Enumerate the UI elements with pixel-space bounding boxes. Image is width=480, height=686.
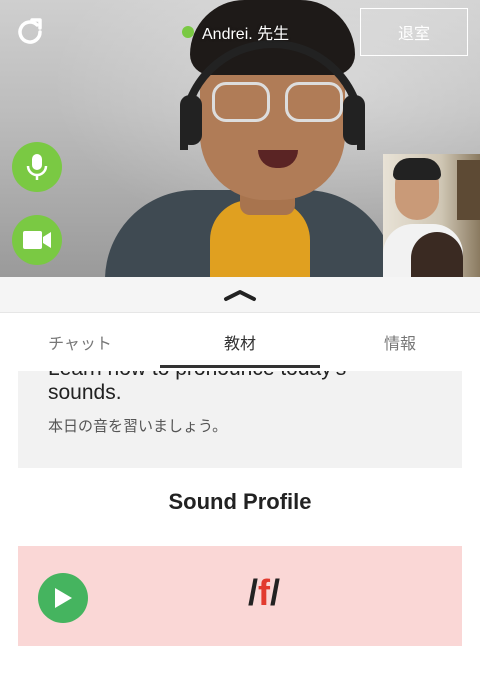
teacher-status: Andrei. 先生 [182,20,289,44]
microphone-icon [26,154,48,180]
tab-materials[interactable]: 教材 [160,313,320,371]
online-status-dot [182,26,194,38]
play-icon [55,588,72,608]
video-camera-icon [23,231,51,249]
play-sound-button[interactable] [38,573,88,623]
tab-info[interactable]: 情報 [320,313,480,371]
phoneme-letter: f [258,572,271,613]
phoneme-slash-open: / [248,572,259,613]
tab-chat[interactable]: チャット [0,313,160,371]
self-view-picture-frame [457,160,480,220]
microphone-button[interactable] [12,142,62,192]
panel-collapse-handle[interactable] [0,277,480,313]
leave-room-button[interactable]: 退室 [360,8,468,56]
refresh-button[interactable] [12,14,48,50]
sound-profile-title: Sound Profile [168,489,312,514]
camera-button[interactable] [12,215,62,265]
instruction-cut-line: Learn how to pronounce today's [48,371,346,381]
instruction-english: sounds. [48,381,122,404]
refresh-icon [18,18,42,44]
teacher-video: Andrei. 先生 退室 [0,0,480,277]
sound-profile-card: /f/ [18,546,462,646]
lesson-instruction-card: Learn how to pronounce today's sounds. 本… [18,371,462,468]
tab-bar: チャット 教材 情報 [0,313,480,371]
headset-left-ear [180,95,202,145]
self-view-hair [393,158,441,180]
chevron-up-icon [224,289,256,301]
glasses-left-lens [212,82,270,122]
glasses-right-lens [285,82,343,122]
self-video-preview[interactable] [383,154,480,277]
instruction-japanese: 本日の音を習いましょう。 [48,417,228,435]
teacher-name: Andrei. 先生 [202,26,290,43]
lesson-content[interactable]: Learn how to pronounce today's sounds. 本… [0,371,480,686]
phoneme-slash-close: / [270,572,281,613]
headset-right-ear [343,95,365,145]
phoneme-symbol: /f/ [248,572,280,614]
active-tab-indicator [160,365,320,368]
self-view-child [411,232,463,277]
